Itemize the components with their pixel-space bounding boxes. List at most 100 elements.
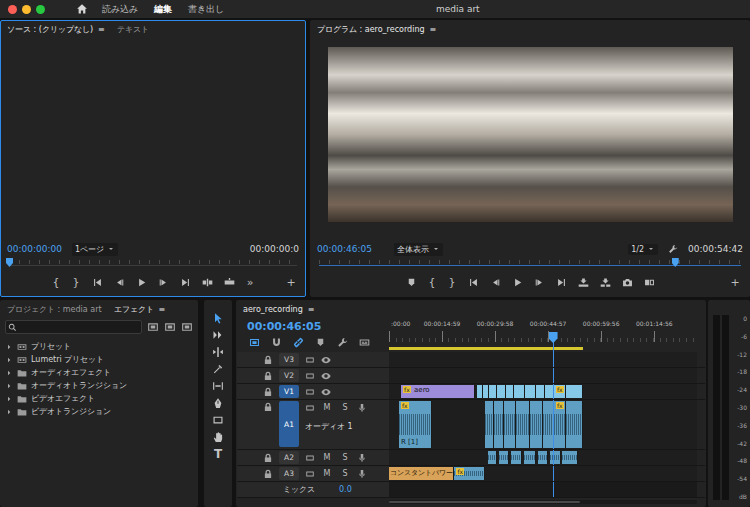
mark-button[interactable]: }: [442, 274, 462, 292]
clip[interactable]: [488, 451, 497, 464]
mark-button[interactable]: {: [46, 274, 66, 292]
clip[interactable]: [530, 401, 543, 448]
go-to-out-icon[interactable]: [556, 277, 567, 288]
minimize-button[interactable]: [22, 5, 31, 14]
tree-item[interactable]: オーディオトランジション: [5, 379, 197, 392]
wrench-icon[interactable]: [337, 337, 348, 348]
selection-arrow-icon[interactable]: [212, 312, 224, 324]
compare-icon[interactable]: [644, 277, 655, 288]
clip[interactable]: [511, 451, 522, 464]
sequence-tab[interactable]: aero_recording≡: [243, 305, 314, 314]
tree-item[interactable]: オーディオエフェクト: [5, 366, 197, 379]
clip[interactable]: fxaero: [401, 385, 475, 398]
filter-box-icon[interactable]: [181, 321, 193, 333]
track-target[interactable]: A3: [279, 467, 299, 480]
clip[interactable]: fx: [554, 385, 566, 398]
panel-tab[interactable]: テキスト: [117, 24, 149, 35]
close-button[interactable]: [8, 5, 17, 14]
clip[interactable]: fx: [554, 401, 566, 448]
sync-lock-icon[interactable]: [305, 403, 315, 413]
horizontal-scrollbar[interactable]: [389, 500, 697, 504]
hand-icon[interactable]: [212, 431, 224, 443]
sync-lock-icon[interactable]: [305, 469, 315, 479]
clip[interactable]: [506, 385, 513, 398]
clip[interactable]: [499, 451, 509, 464]
lift-icon[interactable]: [578, 277, 589, 288]
track-target[interactable]: V1: [279, 385, 299, 398]
play-icon[interactable]: [136, 277, 147, 288]
captions-icon[interactable]: [359, 337, 370, 348]
extract-icon[interactable]: [600, 277, 611, 288]
track-toggle-button[interactable]: S: [339, 469, 351, 478]
sequence-timecode[interactable]: 00:00:46:05: [247, 319, 389, 335]
playhead-timecode[interactable]: 00:00:00:00: [7, 244, 62, 254]
lock-icon[interactable]: [263, 469, 273, 479]
go-to-in-icon[interactable]: [468, 277, 479, 288]
tree-item[interactable]: ビデオトランジション: [5, 405, 197, 418]
clip[interactable]: [489, 385, 497, 398]
panel-tab[interactable]: ソース : (クリップなし)≡: [7, 24, 105, 35]
camera-icon[interactable]: [622, 277, 633, 288]
home-icon[interactable]: [76, 3, 88, 15]
track-toggle-button[interactable]: M: [321, 453, 333, 462]
transition[interactable]: コンスタントパワー: [389, 467, 454, 480]
go-to-out-icon[interactable]: [180, 277, 191, 288]
add-button[interactable]: +: [725, 274, 745, 292]
resolution-select[interactable]: 1/2: [628, 244, 658, 255]
playhead-timecode[interactable]: 00:00:46:05: [317, 244, 372, 254]
tree-item[interactable]: プリセット: [5, 340, 197, 353]
mic-icon[interactable]: [357, 453, 367, 463]
sync-lock-icon[interactable]: [305, 387, 315, 397]
effects-search-input[interactable]: [19, 322, 139, 332]
go-to-in-icon[interactable]: [92, 277, 103, 288]
tree-item[interactable]: ビデオエフェクト: [5, 392, 197, 405]
razor-icon[interactable]: [212, 363, 224, 375]
lock-icon[interactable]: [263, 402, 273, 412]
lock-icon[interactable]: [263, 387, 273, 397]
mark-button[interactable]: }: [66, 274, 86, 292]
track-toggle-button[interactable]: S: [339, 403, 351, 412]
clip[interactable]: [566, 401, 582, 448]
wrench-icon[interactable]: [668, 244, 678, 254]
lock-icon[interactable]: [263, 371, 273, 381]
filter-box-icon[interactable]: [164, 321, 176, 333]
track-select-icon[interactable]: [212, 329, 224, 341]
clip[interactable]: [524, 451, 536, 464]
marker-icon[interactable]: [406, 277, 417, 288]
clip[interactable]: [562, 451, 578, 464]
playhead[interactable]: [6, 258, 13, 267]
clip[interactable]: [566, 385, 582, 398]
workspace-tab[interactable]: 編集: [154, 3, 172, 16]
playhead[interactable]: [549, 332, 558, 343]
clip[interactable]: [504, 401, 516, 448]
track-toggle-button[interactable]: M: [321, 403, 333, 412]
lock-icon[interactable]: [263, 355, 273, 365]
zoom-select[interactable]: 全体表示: [394, 243, 443, 256]
slip-icon[interactable]: [212, 380, 224, 392]
play-icon[interactable]: [512, 277, 523, 288]
workspace-tab[interactable]: 読み込み: [102, 3, 138, 16]
add-button[interactable]: +: [281, 274, 301, 292]
track-target[interactable]: V3: [279, 353, 299, 366]
clip[interactable]: fxR [1]: [399, 401, 432, 448]
magnet-icon[interactable]: [271, 337, 282, 348]
clip[interactable]: [536, 385, 546, 398]
track-toggle-button[interactable]: M: [321, 469, 333, 478]
sync-lock-icon[interactable]: [305, 453, 315, 463]
panel-menu[interactable]: ≡: [308, 305, 315, 314]
workspace-tab[interactable]: 書き出し: [188, 3, 224, 16]
clip[interactable]: fx: [454, 467, 485, 480]
eye-icon[interactable]: [321, 387, 331, 397]
source-time-ruler[interactable]: [9, 257, 297, 269]
filter-box-icon[interactable]: [147, 321, 159, 333]
mark-button[interactable]: {: [422, 274, 442, 292]
sync-lock-icon[interactable]: [305, 371, 315, 381]
clip[interactable]: [485, 401, 493, 448]
panel-tab[interactable]: プログラム : aero_recording≡: [317, 24, 436, 35]
zoom-button[interactable]: [36, 5, 45, 14]
lock-icon[interactable]: [263, 453, 273, 463]
eye-icon[interactable]: [321, 355, 331, 365]
track-target[interactable]: A2: [279, 451, 299, 464]
clip[interactable]: [494, 401, 504, 448]
type-tool[interactable]: T: [212, 448, 224, 460]
